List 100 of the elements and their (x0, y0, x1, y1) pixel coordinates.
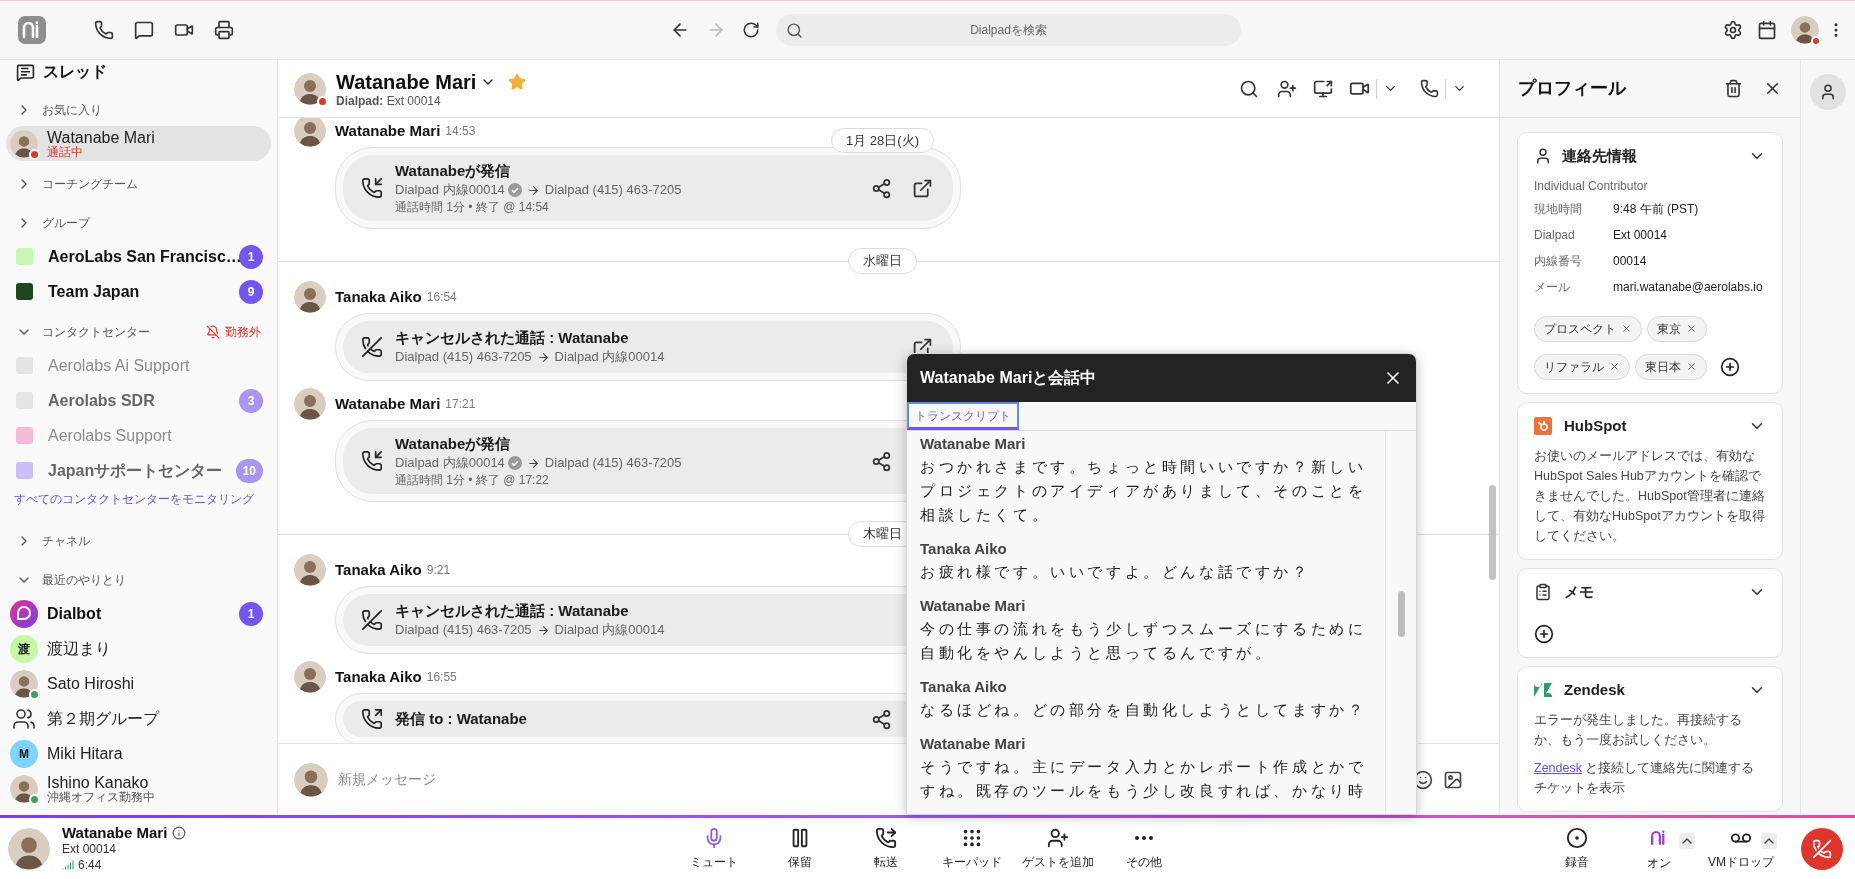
call-control[interactable]: オン (1623, 825, 1695, 872)
phone-icon[interactable] (1420, 79, 1439, 98)
call-control[interactable]: 保留 (757, 826, 843, 871)
card-text: お使いのメールアドレスでは、有効なHubSpot Sales Hubアカウントを確認できませんでした。HubSpot管理者に連絡して、有効なHubSpotアカウントを取得してください。 (1534, 448, 1766, 545)
section-header[interactable]: お気に入り (0, 94, 277, 126)
arrow-right-icon (526, 456, 540, 470)
sidebar-item[interactable]: 第２期グループ (6, 701, 271, 736)
call-control[interactable]: ミュート (671, 826, 757, 871)
add-icon[interactable] (1534, 623, 1554, 644)
avatar (294, 388, 326, 420)
off-duty-status: 勤務外 (225, 324, 261, 341)
reload-icon[interactable] (742, 21, 760, 39)
contact-role: Individual Contributor (1534, 177, 1649, 195)
scrollbar-thumb (1397, 591, 1405, 637)
call-control[interactable]: ゲストを追加 (1015, 826, 1101, 871)
section-header[interactable]: チャネル (0, 525, 277, 557)
sidebar-item[interactable]: Sato Hiroshi (6, 666, 271, 701)
settings-icon[interactable] (1723, 20, 1743, 40)
caret-up-icon[interactable] (1761, 832, 1777, 849)
transcript-text: お疲れ様です。いいですよ。どんな話ですか？ (920, 562, 1312, 582)
phone-icon[interactable] (94, 20, 114, 40)
add-person-icon (1047, 826, 1069, 849)
add-icon[interactable] (1720, 356, 1740, 377)
external-link-icon[interactable] (912, 177, 933, 199)
signal-icon (62, 858, 74, 871)
sidebar-item[interactable]: Watanabe Mari 通話中 (6, 126, 271, 161)
call-control[interactable]: 録音 (1541, 826, 1613, 871)
remove-icon[interactable] (1686, 361, 1697, 372)
remove-icon[interactable] (1686, 323, 1697, 334)
call-control[interactable]: キーパッド (929, 826, 1015, 871)
field-value: Ext 00014 (1613, 226, 1668, 244)
remove-icon[interactable] (1609, 361, 1620, 372)
share-icon[interactable] (871, 177, 892, 199)
arrow-right-icon (536, 623, 550, 637)
screen-share-icon[interactable] (1313, 78, 1333, 99)
share-icon[interactable] (871, 450, 892, 472)
caret-up-icon[interactable] (1679, 832, 1695, 849)
unread-badge: 1 (239, 601, 263, 626)
date-chip: 1月 28日(火) (831, 128, 934, 153)
image-icon[interactable] (1443, 769, 1463, 790)
avatar (294, 661, 326, 693)
speaker-name: Tanaka Aiko (920, 539, 1008, 559)
sidebar-item[interactable]: Ishino Kanako 沖縄オフィス勤務中 (6, 771, 271, 806)
info-icon[interactable] (172, 825, 187, 840)
phone-off-icon (361, 336, 383, 358)
remove-icon[interactable] (1621, 323, 1632, 334)
call-from: Dialpad 内線00014 (395, 181, 505, 199)
message-time: 9:21 (426, 562, 451, 579)
call-control[interactable]: その他 (1101, 826, 1187, 871)
more-icon (1135, 835, 1153, 840)
printer-icon[interactable] (214, 20, 234, 40)
sidebar-item[interactable]: Japanサポートセンター 10 (6, 453, 271, 488)
zendesk-icon (1534, 682, 1552, 697)
speaker-name: Watanabe Mari (920, 596, 1027, 616)
monitor-link[interactable]: すべてのコンタクトセンターをモニタリング (0, 488, 277, 510)
hang-up-button[interactable] (1801, 827, 1843, 870)
sidebar-item[interactable]: Aerolabs SDR 3 (6, 383, 271, 418)
avatar (294, 762, 328, 797)
bell-off-icon (206, 325, 220, 339)
section-header[interactable]: コーチングチーム (0, 168, 277, 200)
message-author: Watanabe Mari (335, 393, 441, 414)
person-icon (1534, 147, 1552, 166)
call-control[interactable]: 転送 (843, 826, 929, 871)
section-header[interactable]: コンタクトセンター 勤務外 (0, 316, 277, 348)
call-to: Dialpad (415) 463-7205 (544, 454, 682, 472)
field-label: Dialpad (1534, 226, 1576, 244)
caller-name: Watanabe Mari (62, 824, 168, 841)
call-detail: 通話時間 1分 • 終了 @ 14:54 (395, 199, 550, 215)
message-author: Watanabe Mari (335, 120, 441, 141)
card-text: Zendesk と接続して連絡先に関連するチケットを表示 (1534, 760, 1756, 797)
profile-button[interactable] (1810, 74, 1846, 110)
card-title: 連絡先情報 (1562, 146, 1637, 166)
calendar-icon[interactable] (1757, 20, 1777, 40)
zendesk-link[interactable]: Zendesk (1534, 761, 1582, 775)
phone-arrow-icon (361, 450, 383, 472)
search-field[interactable]: Dialpadを検索 (776, 14, 1241, 46)
star-icon[interactable] (508, 72, 527, 91)
add-person-icon[interactable] (1277, 78, 1297, 99)
section-header[interactable]: 最近のやりとり (0, 564, 277, 596)
sidebar-item[interactable]: Dialbot 1 (6, 596, 271, 631)
search-icon (786, 21, 803, 39)
search-icon[interactable] (1239, 78, 1259, 99)
tab[interactable]: トランスクリプト (907, 402, 1019, 430)
sidebar-item[interactable]: 渡 渡辺まり (6, 631, 271, 666)
share-icon[interactable] (871, 708, 892, 730)
trash-icon[interactable] (1724, 79, 1743, 98)
app-logo[interactable] (18, 16, 46, 44)
phone-off-icon (361, 609, 383, 631)
section-header[interactable]: グループ (0, 207, 277, 239)
chat-icon[interactable] (134, 20, 154, 40)
avatar (294, 118, 326, 147)
call-control[interactable]: VMドロップ (1705, 826, 1777, 871)
hubspot-icon (1534, 416, 1552, 435)
avatar (294, 72, 326, 105)
field-label: 現地時間 (1534, 200, 1583, 218)
sidebar-item[interactable]: AeroLabs San Francisc… 1 (6, 239, 271, 274)
bot-icon (10, 599, 38, 628)
sidebar-item[interactable]: M Miki Hitara (6, 736, 271, 771)
group-icon (12, 706, 36, 731)
sidebar-item[interactable]: Team Japan 9 (6, 274, 271, 309)
